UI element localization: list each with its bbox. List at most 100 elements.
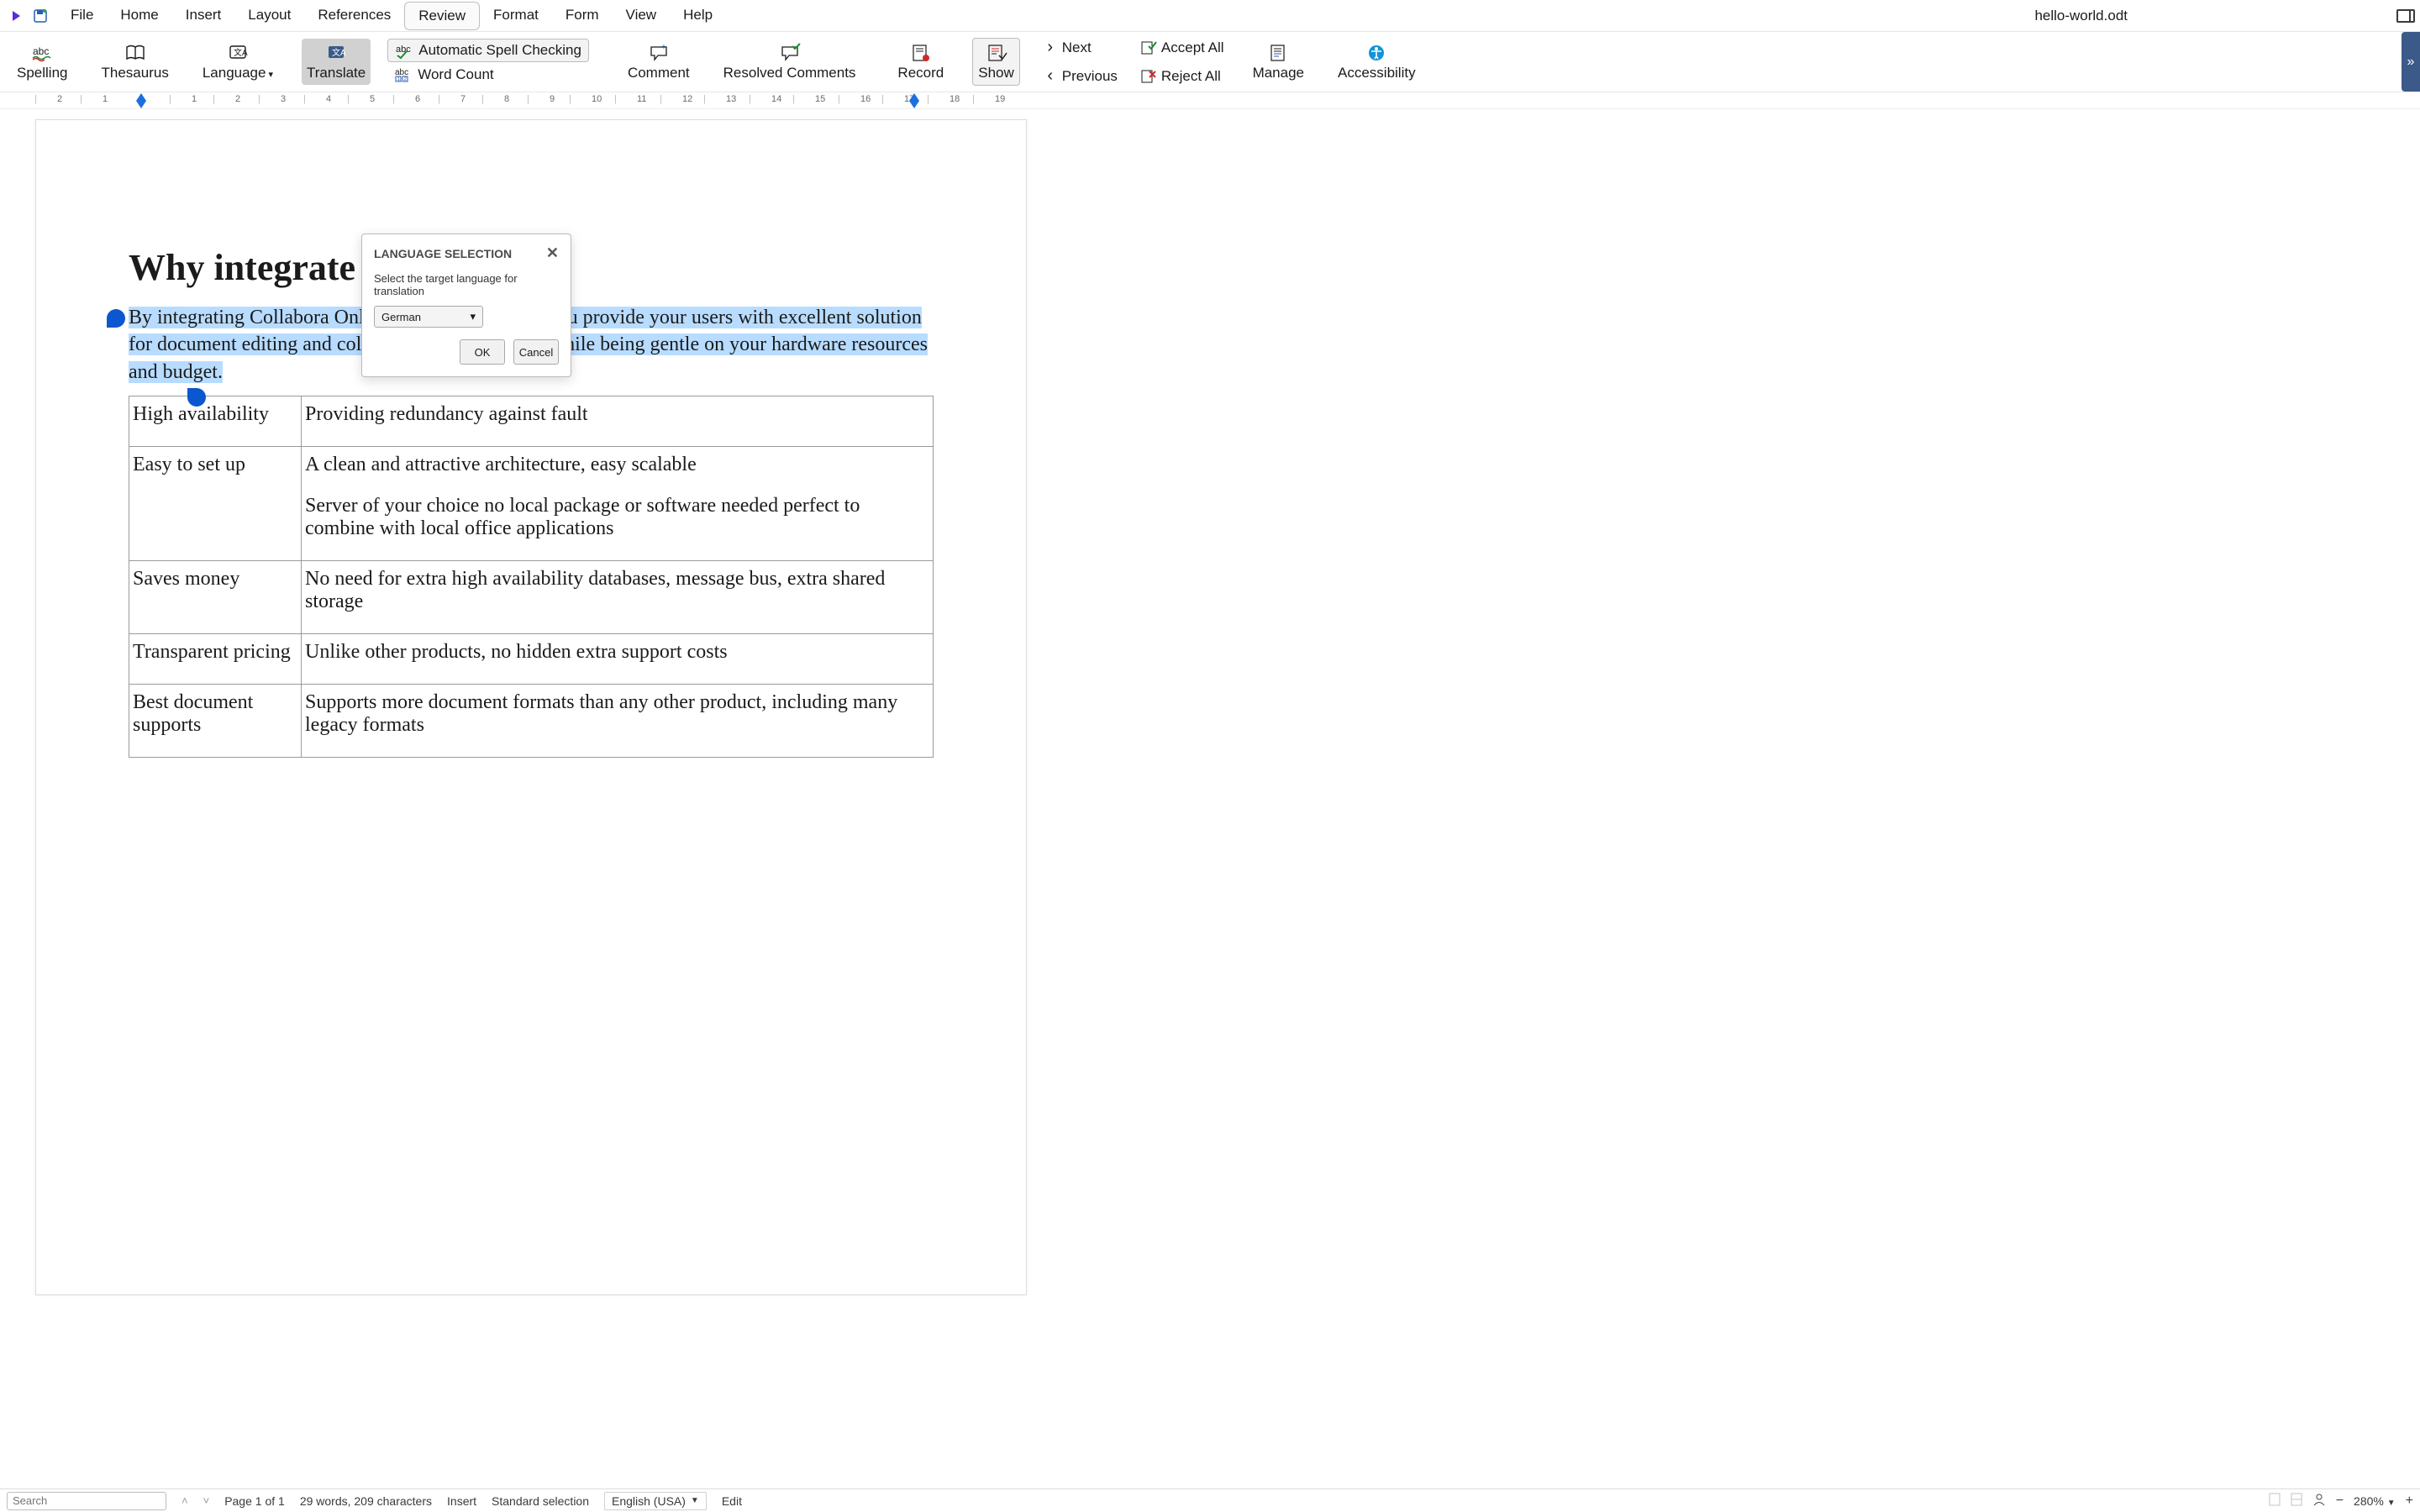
svg-text:文A: 文A: [332, 47, 346, 58]
table-cell-key[interactable]: Saves money: [129, 561, 302, 634]
ok-button[interactable]: OK: [460, 339, 505, 365]
language-status[interactable]: English (USA)▼: [604, 1492, 707, 1510]
insert-mode[interactable]: Insert: [447, 1494, 476, 1508]
menu-view[interactable]: View: [613, 2, 671, 30]
cancel-button[interactable]: Cancel: [513, 339, 559, 365]
language-selection-dialog: LANGUAGE SELECTION ✕ Select the target l…: [361, 234, 571, 377]
accept-all-button[interactable]: Accept All: [1134, 34, 1231, 61]
table-cell-value[interactable]: Providing redundancy against fault: [302, 396, 934, 447]
table-cell-key[interactable]: Easy to set up: [129, 447, 302, 561]
zoom-out-button[interactable]: −: [2336, 1494, 2344, 1509]
thesaurus-button[interactable]: Thesaurus: [97, 39, 174, 85]
resolved-comments-button[interactable]: Resolved Comments: [718, 39, 861, 85]
dropdown-value: German: [381, 311, 421, 323]
translate-button[interactable]: 文A Translate: [302, 39, 371, 85]
comment-icon: +: [648, 42, 670, 64]
table-cell-value[interactable]: A clean and attractive architecture, eas…: [302, 447, 934, 561]
table-cell-value[interactable]: Supports more document formats than any …: [302, 685, 934, 758]
accessibility-label: Accessibility: [1338, 65, 1416, 81]
auto-spell-label: Automatic Spell Checking: [418, 42, 581, 59]
table-cell-key[interactable]: Best document supports: [129, 685, 302, 758]
horizontal-ruler[interactable]: 2|1|1|2|3|4|5|6|7|8|9|10|11|12|13|14|15|…: [0, 92, 2420, 109]
edit-mode[interactable]: Edit: [722, 1494, 742, 1508]
sidebar-toggle-icon[interactable]: [2396, 9, 2415, 23]
show-label: Show: [978, 65, 1014, 81]
auto-spell-check-button[interactable]: abc Automatic Spell Checking: [387, 39, 589, 62]
svg-text:文A: 文A: [234, 47, 248, 58]
search-input[interactable]: [7, 1492, 166, 1510]
record-label: Record: [897, 65, 944, 81]
dialog-close-button[interactable]: ✕: [546, 244, 559, 262]
chevron-down-icon: ▾: [470, 310, 476, 323]
svg-text:abc: abc: [395, 68, 408, 77]
menu-format[interactable]: Format: [480, 2, 552, 30]
svg-text:abc: abc: [396, 45, 411, 55]
app-logo: [5, 9, 29, 23]
accessibility-check-button[interactable]: Accessibility: [1333, 39, 1421, 85]
save-button[interactable]: [29, 8, 52, 24]
menu-form[interactable]: Form: [552, 2, 613, 30]
status-doc2-icon[interactable]: [2291, 1493, 2302, 1509]
menu-help[interactable]: Help: [670, 2, 726, 30]
table-cell-value[interactable]: Unlike other products, no hidden extra s…: [302, 634, 934, 685]
translate-label: Translate: [307, 65, 366, 81]
previous-change-button[interactable]: ‹ Previous: [1037, 63, 1124, 90]
ribbon-overflow-button[interactable]: »: [2402, 32, 2420, 92]
accessibility-icon: [1365, 42, 1387, 64]
spelling-button[interactable]: abc Spelling: [12, 39, 73, 85]
table-cell-key[interactable]: High availability: [129, 396, 302, 447]
menu-file[interactable]: File: [57, 2, 107, 30]
word-count-icon: abc12: [394, 67, 413, 82]
status-doc-icon[interactable]: [2269, 1493, 2281, 1509]
document-title: hello-world.odt: [2034, 8, 2178, 24]
table-cell-value[interactable]: No need for extra high availability data…: [302, 561, 934, 634]
zoom-level[interactable]: 280% ▼: [2354, 1494, 2396, 1508]
dialog-title: LANGUAGE SELECTION: [374, 247, 512, 260]
status-person-icon[interactable]: [2312, 1493, 2326, 1509]
menu-home[interactable]: Home: [107, 2, 171, 30]
chevron-right-icon: ›: [1044, 37, 1057, 59]
dialog-hint: Select the target language for translati…: [374, 272, 559, 297]
resolved-comments-icon: [779, 42, 801, 64]
reject-all-button[interactable]: Reject All: [1134, 63, 1231, 90]
language-icon: 文A: [227, 42, 249, 64]
menu-layout[interactable]: Layout: [234, 2, 304, 30]
target-language-dropdown[interactable]: German ▾: [374, 306, 483, 328]
word-char-count[interactable]: 29 words, 209 characters: [300, 1494, 432, 1508]
zoom-in-button[interactable]: +: [2406, 1494, 2413, 1509]
next-change-button[interactable]: › Next: [1037, 34, 1124, 61]
thesaurus-label: Thesaurus: [102, 65, 169, 81]
manage-changes-button[interactable]: Manage: [1248, 39, 1309, 85]
comment-label: Comment: [628, 65, 690, 81]
table-cell-key[interactable]: Transparent pricing: [129, 634, 302, 685]
reject-icon: [1141, 66, 1156, 87]
selection-handle-start[interactable]: [107, 309, 125, 328]
search-next-button[interactable]: ˅: [203, 1494, 210, 1507]
word-count-button[interactable]: abc12 Word Count: [387, 64, 589, 86]
manage-label: Manage: [1253, 65, 1304, 81]
menu-insert[interactable]: Insert: [172, 2, 235, 30]
translate-icon: 文A: [325, 42, 347, 64]
previous-label: Previous: [1062, 68, 1118, 85]
show-changes-button[interactable]: Show: [972, 38, 1020, 86]
language-button[interactable]: 文A Language▾: [197, 39, 278, 85]
reject-all-label: Reject All: [1161, 68, 1221, 85]
chevron-left-icon: ‹: [1044, 66, 1057, 87]
language-label: Language▾: [203, 65, 273, 81]
accept-icon: [1141, 37, 1156, 59]
show-changes-icon: [986, 42, 1007, 64]
selection-mode[interactable]: Standard selection: [492, 1494, 589, 1508]
menu-references[interactable]: References: [304, 2, 404, 30]
menu-review[interactable]: Review: [404, 2, 480, 30]
menu-bar: FileHomeInsertLayoutReferencesReviewForm…: [0, 0, 2420, 32]
search-prev-button[interactable]: ˄: [182, 1494, 188, 1507]
comment-button[interactable]: + Comment: [623, 39, 695, 85]
spellcheck-auto-icon: abc: [395, 43, 413, 58]
svg-text:abc: abc: [33, 45, 49, 57]
status-bar: ˄ ˅ Page 1 of 1 29 words, 209 characters…: [0, 1488, 2420, 1512]
feature-table[interactable]: High availabilityProviding redundancy ag…: [129, 396, 934, 758]
page-indicator[interactable]: Page 1 of 1: [224, 1494, 285, 1508]
resolved-comments-label: Resolved Comments: [723, 65, 856, 81]
record-changes-button[interactable]: Record: [892, 39, 949, 85]
selection-handle-end[interactable]: [187, 388, 206, 407]
